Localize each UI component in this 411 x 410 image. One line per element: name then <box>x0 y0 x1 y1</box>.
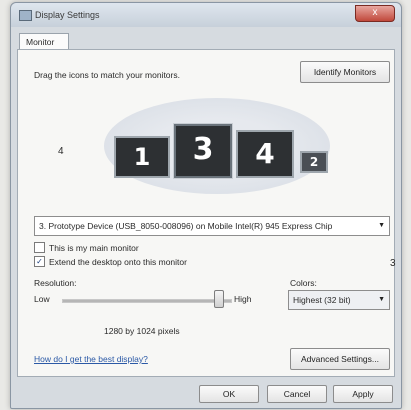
display-device-value: 3. Prototype Device (USB_8050-008096) on… <box>39 221 333 231</box>
close-icon[interactable]: x <box>373 7 378 18</box>
display-settings-window: Display Settings x Monitor Drag the icon… <box>10 2 402 409</box>
display-settings-icon <box>19 10 32 21</box>
identify-monitors-button[interactable]: Identify Monitors <box>300 61 390 83</box>
title-bar[interactable]: Display Settings x <box>11 3 401 27</box>
monitor-2-icon[interactable]: 2 <box>300 151 328 173</box>
main-monitor-label[interactable]: This is my main monitor <box>49 243 139 253</box>
colors-value: Highest (32 bit) <box>293 295 351 305</box>
monitor-number-label-right: 3 <box>390 258 396 269</box>
monitor-1-icon[interactable]: 1 <box>114 136 170 178</box>
chevron-down-icon[interactable]: ▼ <box>378 291 385 309</box>
resolution-slider-thumb[interactable] <box>214 290 224 308</box>
monitor-3-icon[interactable]: 3 <box>174 124 232 178</box>
extend-desktop-label[interactable]: Extend the desktop onto this monitor <box>49 257 187 267</box>
colors-label: Colors: <box>290 278 317 288</box>
resolution-value: 1280 by 1024 pixels <box>104 326 180 336</box>
resolution-label: Resolution: <box>34 278 77 288</box>
close-button[interactable]: x <box>355 5 395 22</box>
advanced-settings-button[interactable]: Advanced Settings... <box>290 348 390 370</box>
chevron-down-icon[interactable]: ▼ <box>378 217 385 235</box>
resolution-low-label: Low <box>34 294 50 304</box>
monitor-panel: Drag the icons to match your monitors. I… <box>17 49 396 377</box>
tab-monitor[interactable]: Monitor <box>19 33 69 49</box>
monitor-number-label-left: 4 <box>58 146 64 157</box>
help-link[interactable]: How do I get the best display? <box>34 354 148 364</box>
apply-button[interactable]: Apply <box>333 385 393 403</box>
resolution-slider-track[interactable] <box>62 299 232 303</box>
cancel-button[interactable]: Cancel <box>267 385 327 403</box>
instruction-text: Drag the icons to match your monitors. <box>34 70 180 80</box>
resolution-high-label: High <box>234 294 252 304</box>
extend-desktop-checkbox-row[interactable]: ✓ Extend the desktop onto this monitor <box>34 256 187 267</box>
main-monitor-checkbox-row[interactable]: This is my main monitor <box>34 242 139 253</box>
extend-desktop-checkbox[interactable]: ✓ <box>34 256 45 267</box>
monitor-4-icon[interactable]: 4 <box>236 130 294 178</box>
main-monitor-checkbox[interactable] <box>34 242 45 253</box>
ok-button[interactable]: OK <box>199 385 259 403</box>
window-title: Display Settings <box>35 10 100 20</box>
display-device-select[interactable]: 3. Prototype Device (USB_8050-008096) on… <box>34 216 390 236</box>
colors-select[interactable]: Highest (32 bit) ▼ <box>288 290 390 310</box>
